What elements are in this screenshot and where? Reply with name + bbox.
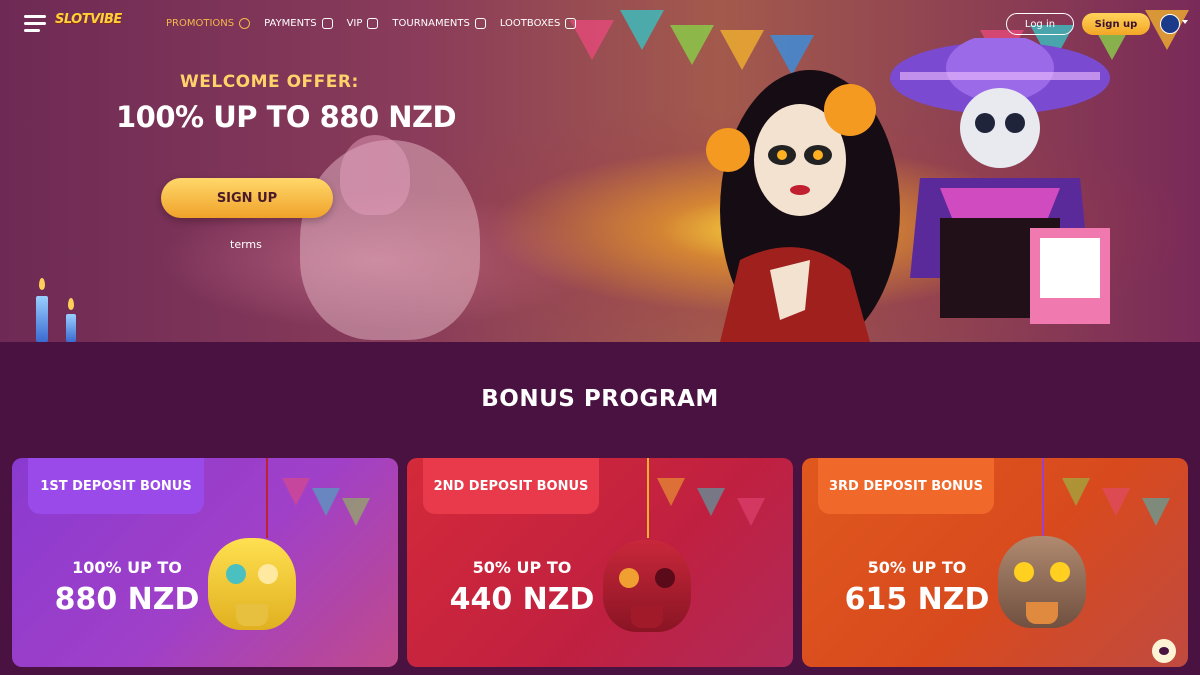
candle-flame [68, 298, 74, 310]
terms-link[interactable]: terms [230, 238, 262, 251]
chevron-down-icon[interactable] [1182, 20, 1188, 24]
sugar-skull-illustration [208, 538, 296, 630]
bonus-card-2[interactable]: 2ND DEPOSIT BONUS 50% UP TO 440 NZD [407, 458, 793, 667]
login-button[interactable]: Log in [1006, 13, 1074, 35]
bonus-card-tag: 1ST DEPOSIT BONUS [28, 458, 204, 514]
sugar-skull-illustration [998, 536, 1086, 628]
promotions-icon [239, 18, 251, 29]
background-skull-decoration [340, 135, 410, 215]
bonus-card-3[interactable]: 3RD DEPOSIT BONUS 50% UP TO 615 NZD [802, 458, 1188, 667]
signup-button[interactable]: Sign up [1082, 13, 1150, 35]
bonus-program-title: BONUS PROGRAM [481, 386, 719, 412]
nav-item-label: PAYMENTS [264, 18, 317, 29]
nav-item-label: TOURNAMENTS [392, 18, 470, 29]
chat-icon[interactable] [1152, 639, 1176, 663]
candle-flame [39, 278, 45, 290]
nav-item-lootboxes[interactable]: LOOTBOXES [500, 18, 577, 29]
lootboxes-icon [565, 18, 577, 29]
bonus-card-percent: 50% UP TO [472, 558, 572, 577]
bonus-card-1[interactable]: 1ST DEPOSIT BONUS 100% UP TO 880 NZD [12, 458, 398, 667]
nav-item-tournaments[interactable]: TOURNAMENTS [392, 18, 486, 29]
site-logo[interactable]: SLOTVIBE [55, 12, 122, 27]
sugar-skull-illustration [603, 540, 691, 632]
mariachi-skeleton-character-illustration [890, 38, 1110, 324]
candle-decoration [36, 296, 48, 342]
welcome-offer-label: WELCOME OFFER: [180, 72, 359, 92]
tournaments-icon [474, 18, 486, 29]
nav-item-promotions[interactable]: PROMOTIONS [166, 18, 251, 29]
nav-item-vip[interactable]: VIP [347, 18, 379, 29]
bonus-card-tag: 2ND DEPOSIT BONUS [423, 458, 599, 514]
top-navigation-bar: SLOTVIBE PROMOTIONS PAYMENTS VIP TOURNAM… [0, 0, 1200, 50]
main-menu: PROMOTIONS PAYMENTS VIP TOURNAMENTS LOOT… [166, 18, 577, 29]
menu-icon[interactable] [24, 15, 46, 33]
nav-item-label: VIP [346, 18, 363, 29]
bonus-card-tag: 3RD DEPOSIT BONUS [818, 458, 994, 514]
nav-item-payments[interactable]: PAYMENTS [264, 18, 333, 29]
welcome-offer-amount: 100% UP TO 880 NZD [116, 100, 457, 134]
nav-item-label: PROMOTIONS [166, 18, 235, 29]
candle-decoration [66, 314, 76, 342]
vip-icon [367, 18, 379, 29]
flag-icon[interactable] [1160, 14, 1180, 34]
hero-signup-button[interactable]: SIGN UP [161, 178, 333, 218]
nav-item-label: LOOTBOXES [499, 18, 561, 29]
hero-banner [0, 0, 1200, 342]
logo-text: SLOTVIBE [55, 12, 122, 27]
payments-icon [321, 18, 333, 29]
